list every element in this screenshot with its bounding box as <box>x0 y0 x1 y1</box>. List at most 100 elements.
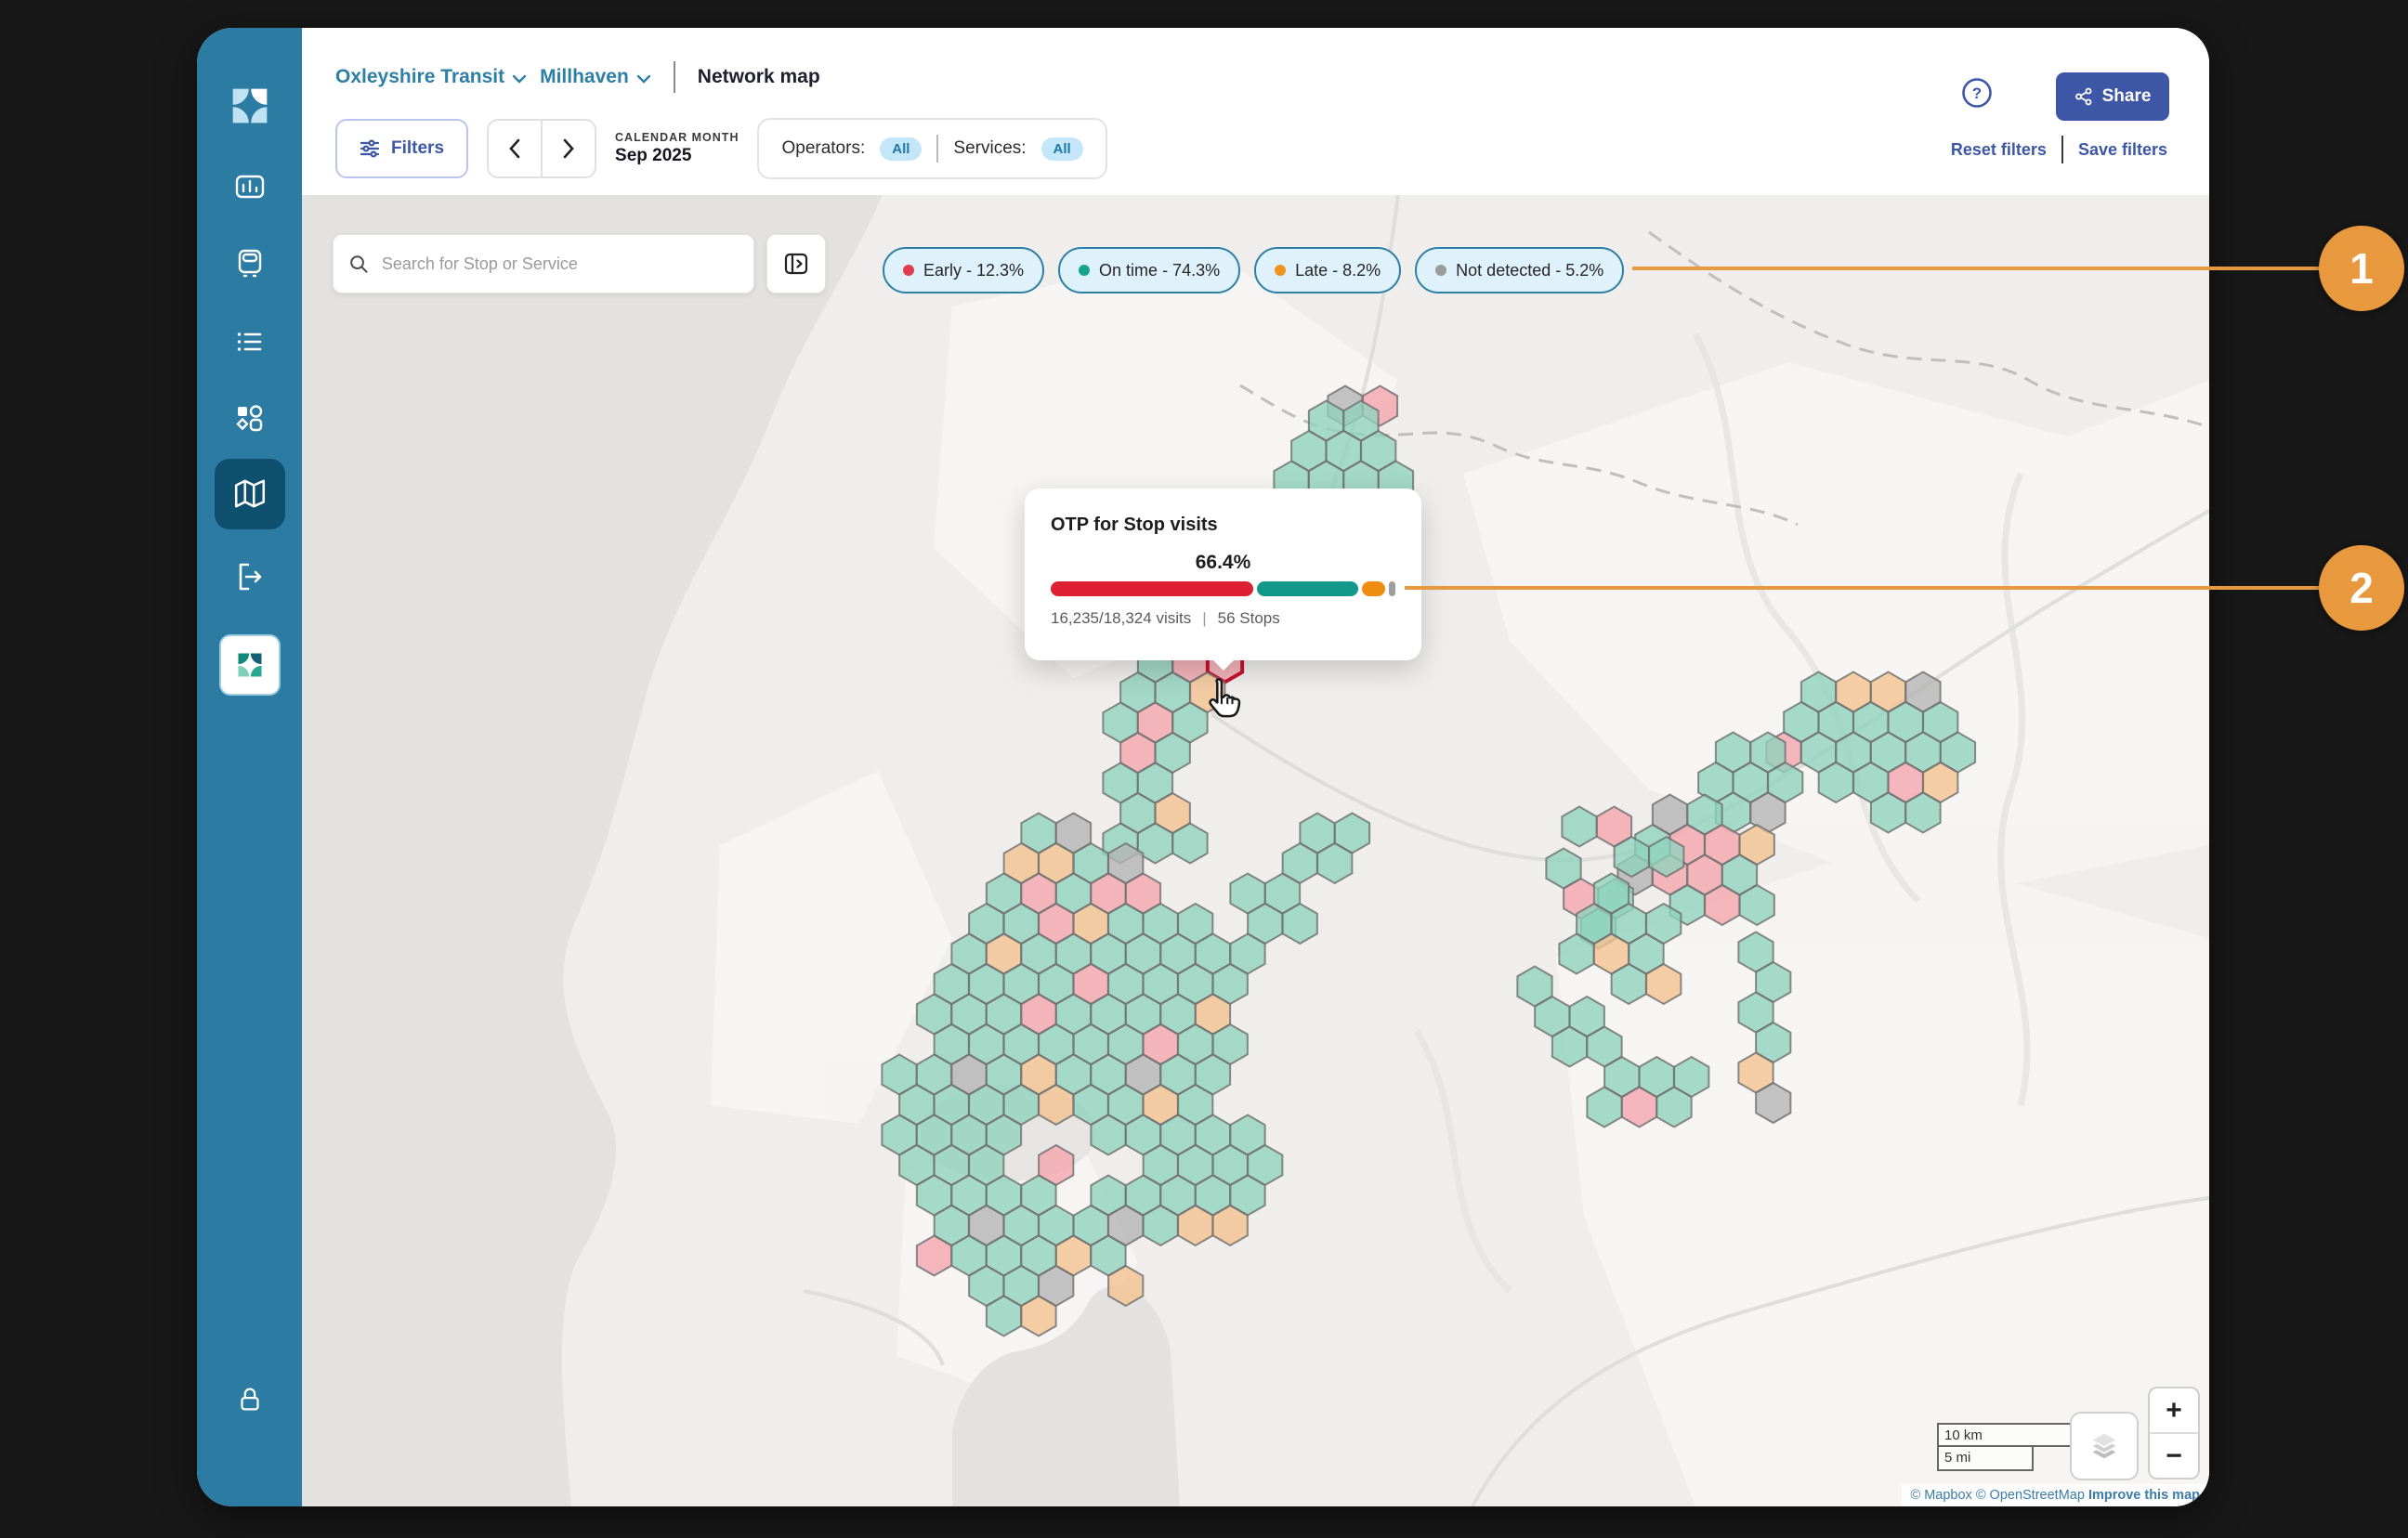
sidebar-item-logout[interactable] <box>197 558 302 595</box>
hex-bin[interactable] <box>1283 904 1317 944</box>
hex-bin[interactable] <box>1108 1266 1143 1306</box>
hex-bin[interactable] <box>1587 1088 1621 1127</box>
pill-divider <box>936 135 938 163</box>
hex-bin[interactable] <box>1144 1206 1178 1245</box>
hex-bin[interactable] <box>1213 1206 1248 1245</box>
help-button[interactable]: ? <box>1961 77 1993 109</box>
hex-bin[interactable] <box>1819 762 1853 802</box>
legend-chip-on-time[interactable]: On time - 74.3% <box>1058 247 1240 293</box>
region-selector[interactable]: Millhaven <box>540 66 651 88</box>
sidebar-item-network-map[interactable] <box>197 459 302 529</box>
share-button[interactable]: Share <box>2056 72 2169 121</box>
legend-chip-not-detected[interactable]: Not detected - 5.2% <box>1415 247 1624 293</box>
hex-bin[interactable] <box>1871 793 1905 833</box>
map-scale: 10 km 5 mi <box>1937 1423 2076 1471</box>
hex-bin[interactable] <box>1039 1085 1073 1125</box>
hex-bin[interactable] <box>917 1236 951 1276</box>
hex-bin[interactable] <box>1740 885 1774 925</box>
save-filters-link[interactable]: Save filters <box>2078 140 2167 160</box>
search-input[interactable] <box>380 254 739 275</box>
hex-bin[interactable] <box>1562 807 1596 847</box>
app-tile-logo-icon <box>236 651 264 679</box>
map-search-area <box>333 234 826 293</box>
tooltip-otp-bar <box>1051 581 1395 596</box>
panel-toggle-icon <box>783 251 809 277</box>
hex-bin[interactable] <box>1656 1088 1691 1127</box>
search-box[interactable] <box>333 234 754 293</box>
month-pager <box>487 119 596 178</box>
org-selector[interactable]: Oxleyshire Transit <box>335 66 527 88</box>
zoom-in-button[interactable]: + <box>2150 1388 2198 1434</box>
hex-bin[interactable] <box>1622 1088 1656 1127</box>
sidebar-item-lock[interactable] <box>197 1381 302 1418</box>
hex-bin[interactable] <box>1705 885 1739 925</box>
scale-mi: 5 mi <box>1937 1447 2034 1471</box>
hex-bin[interactable] <box>1552 1027 1587 1067</box>
reset-filters-link[interactable]: Reset filters <box>1951 140 2047 160</box>
hex-bin[interactable] <box>1905 793 1940 833</box>
hex-bin[interactable] <box>1178 1206 1212 1245</box>
tooltip-bar-segment-on-time <box>1257 581 1358 596</box>
calendar-month: CALENDAR MONTH Sep 2025 <box>615 131 739 166</box>
sidebar-item-list[interactable] <box>197 323 302 360</box>
zoom-control: + − <box>2148 1387 2200 1479</box>
on-time-dot <box>1079 265 1090 276</box>
open-panel-button[interactable] <box>766 234 826 293</box>
legend-chip-late-label: Late - 8.2% <box>1295 261 1381 280</box>
hex-bin[interactable] <box>1646 964 1681 1004</box>
sidebar-item-dashboard[interactable] <box>197 168 302 205</box>
annotation-number-1: 1 <box>2349 243 2374 293</box>
hex-bin[interactable] <box>1649 837 1683 877</box>
tooltip-bar-segment-not-detected <box>1389 581 1395 596</box>
otp-legend: Early - 12.3% On time - 74.3% Late - 8.2… <box>883 247 1624 293</box>
hex-bin[interactable] <box>1021 1297 1055 1336</box>
prev-month-button[interactable] <box>489 121 543 176</box>
filters-button[interactable]: Filters <box>335 119 468 178</box>
legend-chip-early-label: Early - 12.3% <box>923 261 1024 280</box>
calendar-month-label: CALENDAR MONTH <box>615 131 739 144</box>
chevron-down-icon <box>636 74 651 84</box>
region-name: Millhaven <box>540 66 629 88</box>
hex-bin[interactable] <box>1091 1115 1125 1155</box>
header: Oxleyshire Transit Millhaven Network map… <box>302 28 2209 195</box>
hex-bin[interactable] <box>987 1297 1021 1336</box>
annotation-line-1 <box>1632 267 2321 270</box>
attribution-text[interactable]: © Mapbox © OpenStreetMap <box>1911 1488 2088 1503</box>
sidebar-item-categories[interactable] <box>197 400 302 437</box>
next-month-button[interactable] <box>543 121 595 176</box>
legend-chip-not-detected-label: Not detected - 5.2% <box>1456 261 1603 280</box>
not-detected-dot <box>1435 265 1446 276</box>
map-canvas <box>302 195 2209 1506</box>
operators-services-pill[interactable]: Operators: All Services: All <box>757 118 1106 179</box>
hex-bin[interactable] <box>1756 1083 1790 1123</box>
early-dot <box>903 265 914 276</box>
zoom-out-button[interactable]: − <box>2150 1434 2198 1478</box>
hex-bin[interactable] <box>1612 964 1646 1004</box>
tooltip-separator: | <box>1202 609 1206 628</box>
services-value-badge: All <box>1041 137 1083 161</box>
improve-map-link[interactable]: Improve this map <box>2088 1488 2200 1503</box>
screen: Oxleyshire Transit Millhaven Network map… <box>0 0 2408 1538</box>
content: Oxleyshire Transit Millhaven Network map… <box>302 28 2209 1506</box>
sidebar-item-app-tile[interactable] <box>197 634 302 696</box>
legend-chip-on-time-label: On time - 74.3% <box>1099 261 1220 280</box>
layers-button[interactable] <box>2070 1412 2139 1480</box>
search-icon <box>348 253 369 275</box>
tooltip-bar-segment-late <box>1362 581 1385 596</box>
hex-bin[interactable] <box>1615 837 1649 877</box>
hex-bin[interactable] <box>1172 824 1207 864</box>
legend-chip-early[interactable]: Early - 12.3% <box>883 247 1044 293</box>
tooltip-stops: 56 Stops <box>1218 609 1280 628</box>
annotation-badge-2: 2 <box>2319 545 2404 631</box>
hand-cursor-icon <box>1200 675 1245 720</box>
annotation-badge-1: 1 <box>2319 226 2404 311</box>
tooltip-footer: 16,235/18,324 visits | 56 Stops <box>1051 609 1280 628</box>
sidebar-item-vehicles[interactable] <box>197 245 302 282</box>
layers-icon <box>2084 1426 2125 1466</box>
shapes-icon <box>233 402 267 436</box>
hex-bin[interactable] <box>1317 843 1352 883</box>
network-map[interactable]: Early - 12.3% On time - 74.3% Late - 8.2… <box>302 195 2209 1506</box>
legend-chip-late[interactable]: Late - 8.2% <box>1254 247 1401 293</box>
hex-bin[interactable] <box>1559 934 1593 974</box>
annotation-line-2 <box>1405 586 2321 590</box>
